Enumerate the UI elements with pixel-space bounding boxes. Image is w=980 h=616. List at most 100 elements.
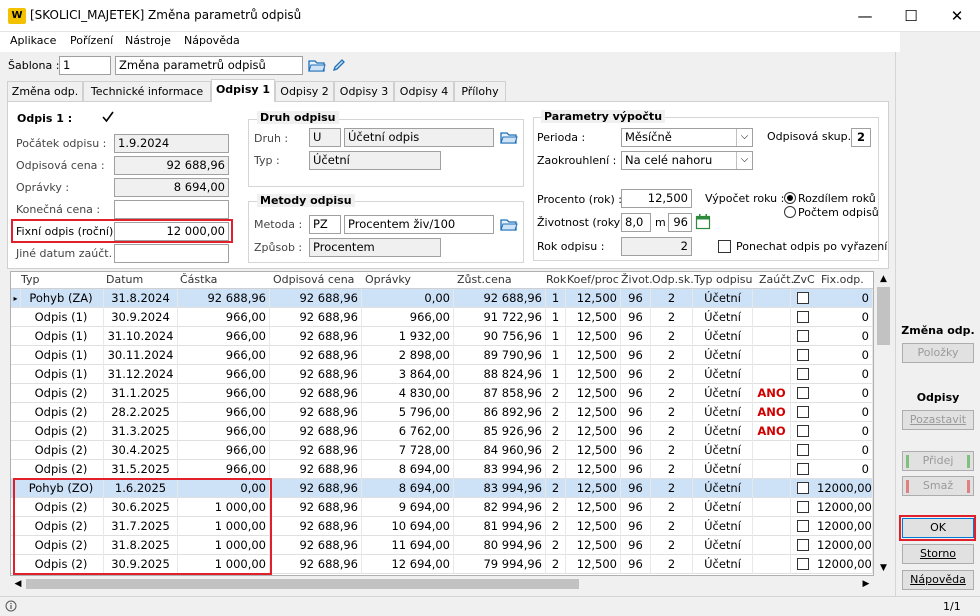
col-koef[interactable]: Koef/proc	[567, 272, 619, 288]
tab-prilohy[interactable]: Přílohy	[454, 81, 506, 101]
tab-odpisy-1[interactable]: Odpisy 1	[211, 79, 275, 102]
zivotnost-field[interactable]: 8,0	[621, 213, 651, 232]
table-row[interactable]: Odpis (1) 31.10.2024 966,00 92 688,96 1 932,…	[11, 327, 873, 346]
col-zauct[interactable]: Zaúčt.	[759, 272, 794, 288]
procento-field[interactable]: 12,500	[621, 189, 692, 208]
mesice-field[interactable]: 96	[668, 213, 692, 232]
scroll-up-icon[interactable]: ▲	[875, 271, 892, 287]
col-extra[interactable]: I	[873, 272, 874, 288]
metoda-code-field[interactable]: PZ	[309, 215, 341, 234]
cell-rok: 2	[546, 384, 566, 403]
col-zvc[interactable]: ZvC	[793, 272, 815, 288]
col-opravky[interactable]: Oprávky	[365, 272, 411, 288]
minimize-button[interactable]: —	[842, 0, 888, 32]
menu-napoveda[interactable]: Nápověda	[184, 34, 240, 47]
poctem-odpisu-radio[interactable]	[784, 206, 796, 218]
tab-technicke-informace[interactable]: Technické informace	[83, 81, 211, 101]
table-row[interactable]: Odpis (2) 31.1.2025 966,00 92 688,96 4 830,0…	[11, 384, 873, 403]
odpis-enabled-checkbox[interactable]	[101, 110, 115, 124]
rozdilem-roku-radio[interactable]	[784, 192, 796, 204]
menu-porizeni[interactable]: Pořízení	[70, 34, 113, 47]
close-button[interactable]: ✕	[934, 0, 980, 32]
cell-typodp: Účetní	[693, 403, 753, 422]
folder-icon[interactable]	[308, 57, 326, 73]
table-row[interactable]: Odpis (2) 30.4.2025 966,00 92 688,96 7 728,0…	[11, 441, 873, 460]
template-number-field[interactable]: 1	[59, 56, 111, 75]
druh-folder-icon[interactable]	[500, 129, 518, 145]
zvc-checkbox[interactable]	[797, 425, 809, 437]
zvc-checkbox[interactable]	[797, 292, 809, 304]
tab-odpisy-2[interactable]: Odpisy 2	[275, 81, 334, 101]
calendar-icon[interactable]	[695, 213, 711, 230]
zvc-checkbox[interactable]	[797, 539, 809, 551]
cell-zauct	[753, 479, 791, 498]
tab-zmena-odp[interactable]: Změna odp.	[7, 81, 83, 101]
maximize-button[interactable]: ☐	[888, 0, 934, 32]
zvc-checkbox[interactable]	[797, 406, 809, 418]
zvc-checkbox[interactable]	[797, 349, 809, 361]
table-row[interactable]: Odpis (1) 30.11.2024 966,00 92 688,96 2 898,…	[11, 346, 873, 365]
pozastavit-button[interactable]: Pozastavit	[902, 410, 974, 430]
zaokrouhleni-select[interactable]: Na celé nahoru ⌵	[621, 151, 753, 170]
polozky-button[interactable]: Položky	[902, 343, 974, 363]
pridej-button[interactable]: Přidej	[902, 451, 974, 471]
col-typ[interactable]: Typ	[21, 272, 40, 288]
col-odpisova-cena[interactable]: Odpisová cena	[273, 272, 354, 288]
zvc-checkbox[interactable]	[797, 558, 809, 570]
smaz-button[interactable]: Smaž	[902, 476, 974, 496]
cell-cena: 92 688,96	[270, 346, 362, 365]
menu-aplikace[interactable]: Aplikace	[10, 34, 56, 47]
zvc-checkbox[interactable]	[797, 520, 809, 532]
zvc-checkbox[interactable]	[797, 501, 809, 513]
vertical-scroll-thumb[interactable]	[877, 287, 890, 345]
tab-odpisy-3[interactable]: Odpisy 3	[334, 81, 394, 101]
metoda-name-field[interactable]: Procentem živ/100	[344, 215, 494, 234]
cell-sk: 2	[651, 403, 693, 422]
konecna-cena-field[interactable]	[114, 200, 229, 219]
perioda-select[interactable]: Měsíčně ⌵	[621, 128, 753, 147]
zvc-checkbox[interactable]	[797, 387, 809, 399]
col-typ-odpisu[interactable]: Typ odpisu	[694, 272, 752, 288]
table-row[interactable]: Odpis (1) 30.9.2024 966,00 92 688,96 966,00 9…	[11, 308, 873, 327]
template-name-field[interactable]: Změna parametrů odpisů	[115, 56, 303, 75]
col-rok[interactable]: Rok	[546, 272, 566, 288]
pencil-icon[interactable]	[331, 57, 347, 73]
cell-typodp: Účetní	[693, 517, 753, 536]
col-odp-sk[interactable]: Odp.sk.	[652, 272, 694, 288]
col-fix-odp[interactable]: Fix.odp.	[821, 272, 864, 288]
col-castka[interactable]: Částka	[180, 272, 217, 288]
storno-button[interactable]: Storno	[902, 544, 974, 564]
table-row[interactable]: Odpis (2) 28.2.2025 966,00 92 688,96 5 796,0…	[11, 403, 873, 422]
table-row[interactable]: Odpis (2) 31.5.2025 966,00 92 688,96 8 694,0…	[11, 460, 873, 479]
horizontal-scrollbar[interactable]: ◀ ▶	[10, 576, 874, 592]
cell-koef: 12,500	[566, 517, 621, 536]
menu-nastroje[interactable]: Nástroje	[125, 34, 171, 47]
cell-ziv: 96	[621, 536, 651, 555]
metoda-folder-icon[interactable]	[500, 216, 518, 232]
table-row[interactable]: Odpis (1) 31.12.2024 966,00 92 688,96 3 864,…	[11, 365, 873, 384]
zvc-checkbox[interactable]	[797, 311, 809, 323]
col-datum[interactable]: Datum	[106, 272, 143, 288]
col-zust-cena[interactable]: Zůst.cena	[457, 272, 512, 288]
scroll-left-icon[interactable]: ◀	[10, 576, 26, 592]
cell-castka: 966,00	[178, 460, 270, 479]
zvc-checkbox[interactable]	[797, 444, 809, 456]
table-row[interactable]: ▸ Pohyb (ZA) 31.8.2024 92 688,96 92 688,96 0,…	[11, 289, 873, 308]
scroll-down-icon[interactable]: ▼	[875, 560, 892, 576]
vertical-scrollbar[interactable]: ▲ ▼	[875, 271, 892, 576]
zvc-checkbox[interactable]	[797, 463, 809, 475]
col-zivot[interactable]: Život.	[621, 272, 653, 288]
zvc-checkbox[interactable]	[797, 368, 809, 380]
horizontal-scroll-thumb[interactable]	[26, 579, 579, 589]
jine-datum-field[interactable]	[114, 244, 229, 263]
cell-koef: 12,500	[566, 460, 621, 479]
scroll-right-icon[interactable]: ▶	[858, 576, 874, 592]
napoveda-button[interactable]: Nápověda	[902, 570, 974, 590]
odpisova-skup-field[interactable]: 2	[851, 128, 871, 147]
zivotnost-label: Životnost (roky):	[537, 216, 629, 229]
table-row[interactable]: Odpis (2) 31.3.2025 966,00 92 688,96 6 762,0…	[11, 422, 873, 441]
tab-odpisy-4[interactable]: Odpisy 4	[394, 81, 454, 101]
zvc-checkbox[interactable]	[797, 482, 809, 494]
zvc-checkbox[interactable]	[797, 330, 809, 342]
ponechat-checkbox[interactable]	[718, 240, 731, 253]
